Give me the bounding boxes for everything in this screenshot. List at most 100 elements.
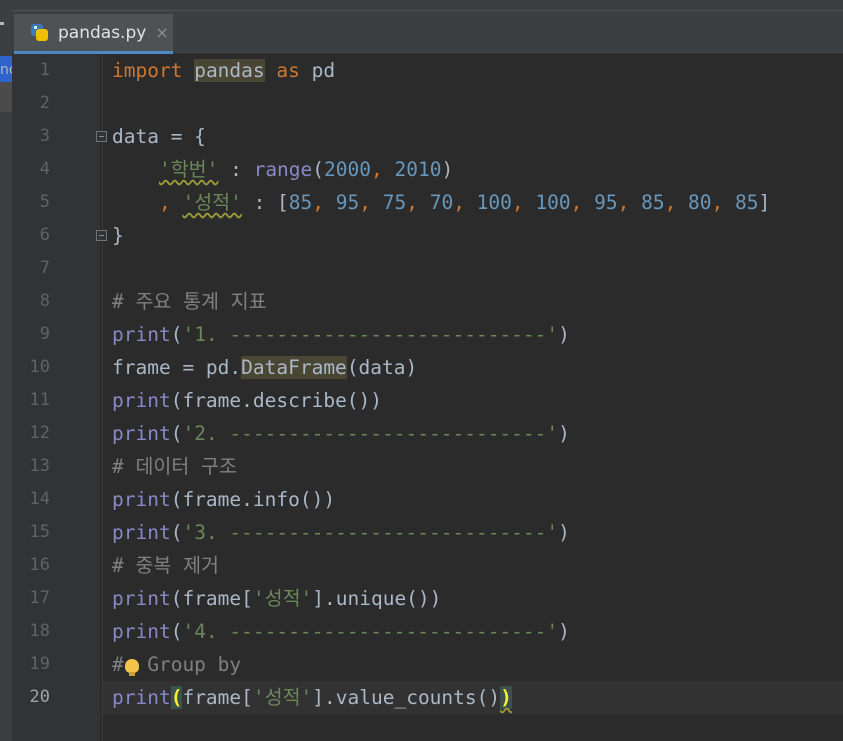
- code-line-17[interactable]: print(frame['성적'].unique()): [112, 582, 441, 615]
- number: 95: [594, 191, 618, 214]
- token: (: [312, 158, 325, 181]
- token: (frame.describe()): [170, 389, 383, 412]
- code-line-16[interactable]: # 중복 제거: [112, 549, 219, 582]
- number: 75: [382, 191, 407, 214]
- tab-pandas-py[interactable]: pandas.py ×: [14, 14, 173, 54]
- builtin: print: [112, 620, 171, 643]
- token: ,: [359, 191, 383, 214]
- builtin: print: [112, 587, 171, 610]
- token: frame = pd.: [112, 356, 242, 379]
- lightbulb-icon[interactable]: [125, 659, 139, 676]
- editor-tab-bar: pandas.py ×: [12, 0, 843, 54]
- number-list: 85, 95, 75, 70, 100, 100, 95, 85, 80, 85: [289, 191, 759, 214]
- code-line-18[interactable]: print('4. ---------------------------'): [112, 615, 570, 648]
- identifier-highlight: pandas: [194, 59, 265, 82]
- token: ,: [664, 191, 689, 214]
- code-line-15[interactable]: print('3. ---------------------------'): [112, 516, 570, 549]
- line-number: 4: [39, 159, 50, 179]
- line-number: 10: [29, 357, 50, 377]
- keyword: as: [276, 59, 300, 82]
- project-item-hover[interactable]: [0, 82, 12, 112]
- fold-close-icon[interactable]: [96, 230, 107, 241]
- builtin: print: [112, 323, 171, 346]
- line-number: 8: [39, 291, 50, 311]
- token: ]: [758, 191, 771, 214]
- number: 2000: [324, 158, 371, 181]
- number: 100: [476, 191, 512, 214]
- code-line-9[interactable]: print('1. ---------------------------'): [112, 318, 570, 351]
- string-literal: '성적': [252, 587, 313, 610]
- string-literal: '3. ---------------------------': [182, 521, 559, 544]
- line-number: 19: [29, 654, 50, 674]
- line-number: 12: [29, 423, 50, 443]
- line-number: 17: [29, 588, 50, 608]
- number: 95: [335, 191, 360, 214]
- line-number: 18: [29, 621, 50, 641]
- token: (frame.info()): [170, 488, 336, 511]
- code-line-14[interactable]: print(frame.info()): [112, 483, 335, 516]
- number: 85: [641, 191, 665, 214]
- editor-window: nc pandas.py × 1 2 3 4 5 6 7 8 9 10 11 1…: [0, 0, 843, 741]
- code-line-3[interactable]: data = {: [112, 120, 206, 153]
- code-line-5[interactable]: , '성적' : [85, 95, 75, 70, 100, 100, 95, …: [112, 186, 770, 219]
- code-line-8[interactable]: # 주요 통계 지표: [112, 285, 267, 318]
- code-line-10[interactable]: frame = pd.DataFrame(data): [112, 351, 417, 384]
- code-line-13[interactable]: # 데이터 구조: [112, 450, 237, 483]
- string-literal: '성적': [182, 191, 242, 214]
- builtin: print: [112, 422, 171, 445]
- token: : [: [241, 191, 289, 214]
- line-number: 16: [29, 555, 50, 575]
- token: (data): [346, 356, 418, 379]
- string-literal: '2. ---------------------------': [182, 422, 559, 445]
- identifier-highlight: DataFrame: [241, 356, 347, 379]
- line-number: 11: [29, 390, 50, 410]
- fold-open-icon[interactable]: [96, 131, 107, 142]
- code-line-6[interactable]: }: [112, 219, 124, 252]
- builtin: print: [112, 389, 171, 412]
- code-line-1[interactable]: import pandas as pd: [112, 54, 335, 87]
- builtin: print: [112, 521, 171, 544]
- gutter-separator: [102, 54, 103, 741]
- token: ].value_counts(): [312, 686, 501, 709]
- project-panel-edge[interactable]: nc: [0, 0, 17, 741]
- code-line-4[interactable]: '학번' : range(2000, 2010): [112, 153, 453, 186]
- token: frame[: [182, 686, 253, 709]
- token: ,: [158, 191, 183, 214]
- close-tab-icon[interactable]: ×: [155, 23, 168, 42]
- string-literal: '학번': [158, 158, 219, 181]
- line-number: 14: [29, 489, 50, 509]
- tabbar-divider: [12, 10, 843, 11]
- keyword: import: [112, 59, 183, 82]
- builtin: print: [112, 488, 171, 511]
- line-number: 2: [39, 93, 50, 113]
- line-number: 13: [29, 456, 50, 476]
- token: ): [441, 158, 454, 181]
- number: 100: [535, 191, 571, 214]
- token: ,: [570, 191, 595, 214]
- number: 2010: [394, 158, 442, 181]
- string-literal: '성적': [252, 686, 313, 709]
- code-line-20[interactable]: print(frame['성적'].value_counts()): [112, 681, 512, 714]
- python-file-icon: [30, 23, 50, 43]
- line-number: 15: [29, 522, 50, 542]
- token: (frame[: [170, 587, 253, 610]
- string-literal: '4. ---------------------------': [182, 620, 559, 643]
- collapse-arrow-icon[interactable]: [0, 22, 4, 25]
- line-number: 3: [39, 126, 50, 146]
- line-number-current: 20: [29, 687, 50, 707]
- token: ,: [453, 191, 477, 214]
- code-line-12[interactable]: print('2. ---------------------------'): [112, 417, 570, 450]
- tab-filename: pandas.py: [58, 22, 147, 43]
- number: 80: [688, 191, 712, 214]
- code-line-11[interactable]: print(frame.describe()): [112, 384, 382, 417]
- token: ,: [371, 158, 395, 181]
- token: ,: [711, 191, 736, 214]
- token: :: [218, 158, 254, 181]
- matched-paren: (: [170, 686, 183, 709]
- token: ,: [511, 191, 536, 214]
- line-number: 7: [39, 258, 50, 278]
- token: ,: [312, 191, 336, 214]
- number: 70: [429, 191, 454, 214]
- string-literal: '1. ---------------------------': [182, 323, 559, 346]
- token: ,: [406, 191, 430, 214]
